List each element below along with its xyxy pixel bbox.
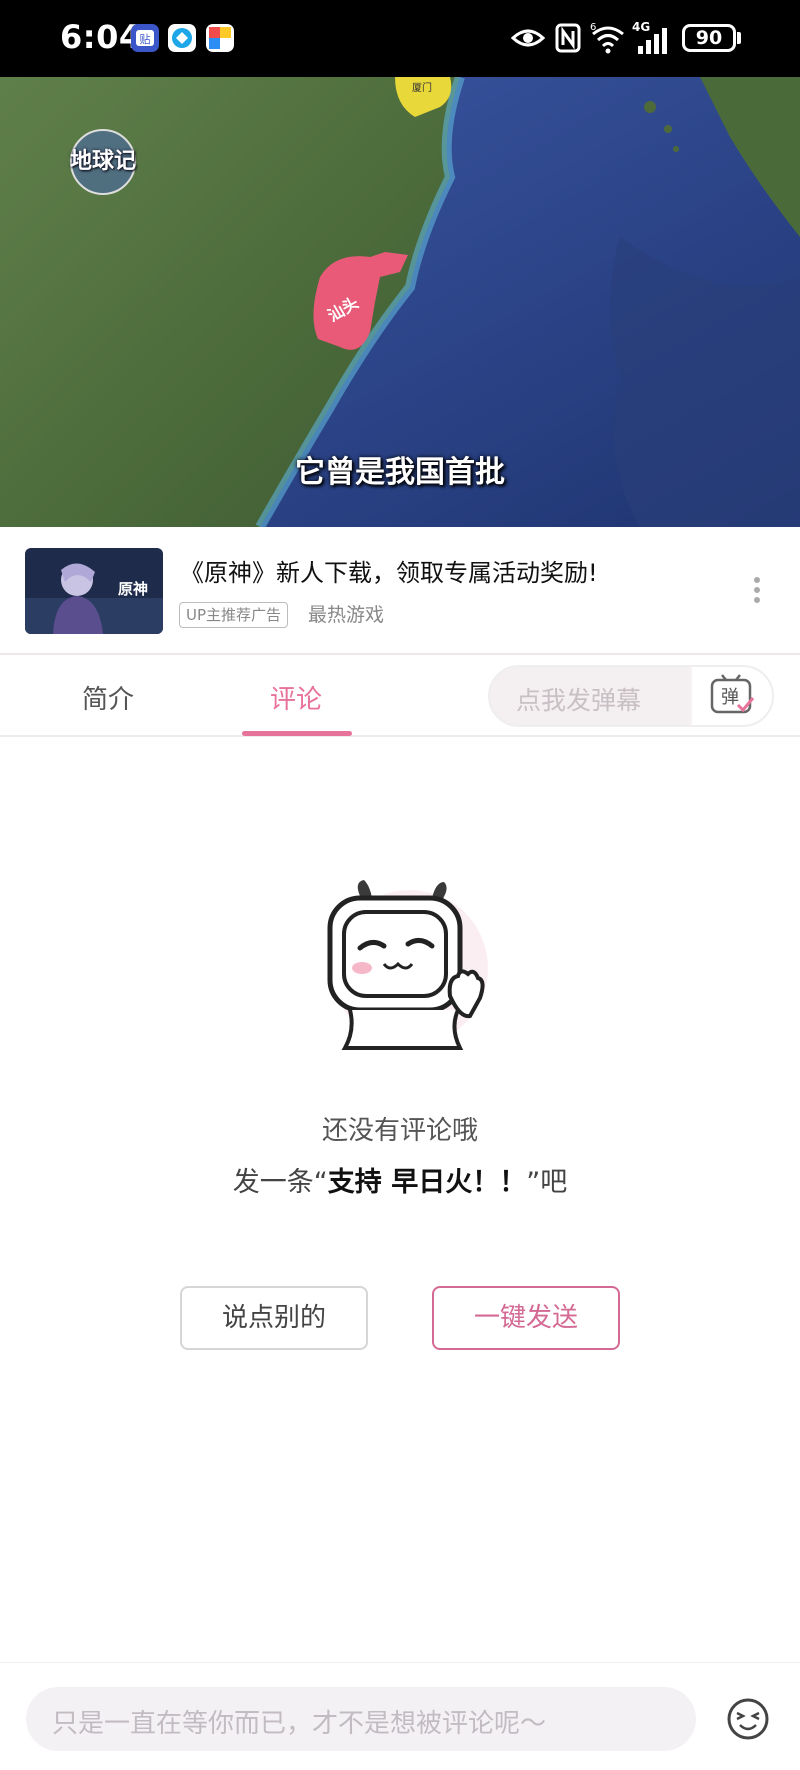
svg-text:6: 6	[590, 22, 596, 33]
browser-icon	[168, 24, 196, 52]
tab-bar: 简介 评论 点我发弹幕 弹	[0, 655, 800, 737]
wifi-icon: 6	[590, 22, 624, 54]
danmaku-box: 点我发弹幕 弹	[488, 665, 774, 727]
status-time: 6:04	[60, 18, 142, 56]
eye-icon	[510, 29, 546, 47]
suggestion-bold: 支持 早日火！！	[327, 1167, 527, 1198]
danmaku-placeholder: 点我发弹幕	[516, 686, 642, 715]
tab-comments[interactable]: 评论	[270, 679, 322, 716]
danmaku-tv-icon: 弹	[710, 674, 755, 714]
tab-intro[interactable]: 简介	[82, 679, 134, 716]
comment-bar: 只是一直在等你而已，才不是想被评论呢～	[0, 1662, 800, 1770]
ad-title[interactable]: 《原神》新人下载，领取专属活动奖励!	[180, 553, 598, 588]
ad-banner[interactable]: 原神 《原神》新人下载，领取专属活动奖励! UP主推荐广告 最热游戏	[0, 527, 800, 655]
tv-mascot-illustration	[327, 880, 488, 1050]
comment-placeholder: 只是一直在等你而已，才不是想被评论呢～	[52, 1709, 547, 1739]
channel-watermark: 地球记	[62, 117, 144, 199]
battery-tip	[737, 32, 741, 44]
emoji-icon[interactable]	[726, 1697, 770, 1741]
tieba-icon: 贴	[131, 24, 159, 52]
empty-comments-message: 还没有评论哦	[321, 1116, 478, 1146]
svg-text:厦门: 厦门	[412, 81, 432, 94]
ad-thumb-logo: 原神	[118, 580, 148, 598]
say-something-else-button[interactable]: 说点别的	[180, 1286, 368, 1350]
nfc-icon	[555, 23, 581, 53]
danmaku-input[interactable]: 点我发弹幕	[490, 667, 690, 725]
status-bar: 6:04 贴 6 4G 90	[0, 0, 800, 77]
video-player[interactable]: 厦门 汕头 地球记 它曾是我国首批	[0, 77, 800, 527]
active-tab-indicator	[242, 731, 352, 736]
comment-input[interactable]: 只是一直在等你而已，才不是想被评论呢～	[26, 1687, 696, 1751]
danmaku-button-text: 弹	[721, 687, 739, 708]
more-options-icon[interactable]	[752, 575, 762, 605]
battery-icon: 90	[682, 24, 736, 52]
one-click-send-button[interactable]: 一键发送	[432, 1286, 620, 1350]
suggested-comment-text: 发一条“支持 早日火！！”吧	[0, 1160, 800, 1199]
puzzle-app-icon	[206, 24, 234, 52]
signal-icon	[638, 28, 667, 54]
suggestion-prefix: 发一条“	[232, 1167, 328, 1198]
ad-source: 最热游戏	[308, 604, 385, 626]
svg-text:贴: 贴	[140, 32, 151, 46]
ad-thumbnail[interactable]: 原神	[25, 548, 163, 634]
suggestion-suffix: ”吧	[526, 1167, 568, 1198]
danmaku-toggle-button[interactable]: 弹	[692, 667, 772, 725]
video-subtitle: 它曾是我国首批	[295, 455, 505, 490]
ad-tag: UP主推荐广告	[179, 602, 289, 628]
watermark-text: 地球记	[69, 148, 136, 174]
